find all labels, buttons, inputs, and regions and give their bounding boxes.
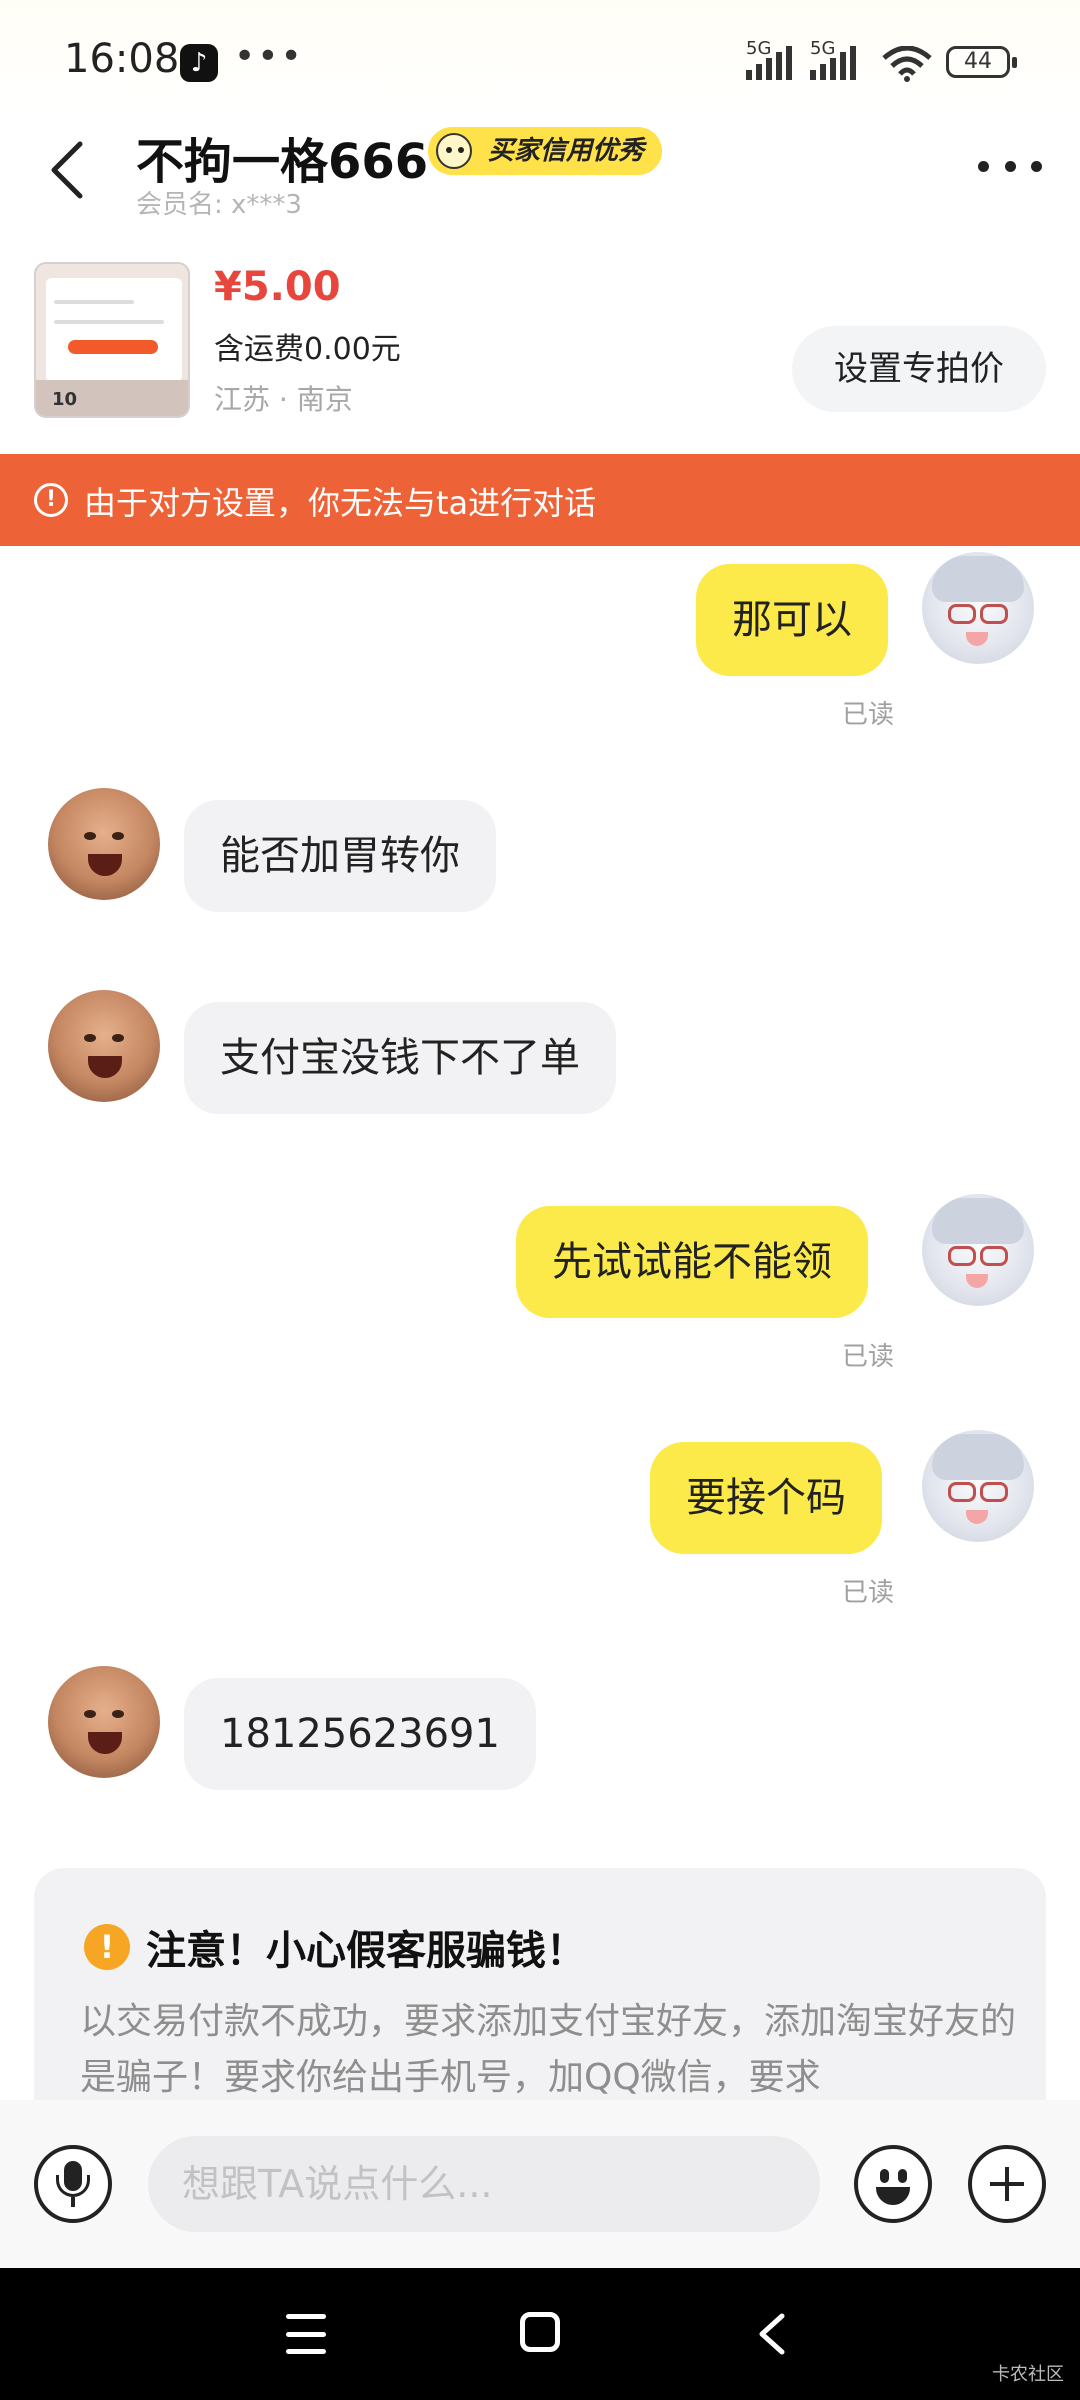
contact-avatar[interactable] xyxy=(48,990,160,1102)
product-thumbnail[interactable]: 10 xyxy=(34,262,190,418)
wifi-icon xyxy=(882,46,932,82)
tiktok-icon: ♪ xyxy=(180,44,218,82)
more-notifications-icon: ••• xyxy=(234,36,304,77)
message-bubble-received[interactable]: 支付宝没钱下不了单 xyxy=(184,1002,616,1114)
set-special-price-button[interactable]: 设置专拍价 xyxy=(792,326,1046,412)
warning-icon: ! xyxy=(84,1924,130,1970)
scam-warning-body: 以交易付款不成功，要求添加支付宝好友，添加淘宝好友的是骗子！要求你给出手机号，加… xyxy=(80,2001,1017,2098)
message-bubble-sent[interactable]: 先试试能不能领 xyxy=(516,1206,868,1318)
message-input[interactable] xyxy=(148,2136,820,2232)
status-time: 16:08 xyxy=(64,36,180,82)
more-options-button[interactable] xyxy=(978,154,1042,178)
message-bubble-received[interactable]: 18125623691 xyxy=(184,1678,536,1790)
product-card[interactable]: 10 ¥5.00 含运费0.00元 江苏 · 南京 设置专拍价 xyxy=(0,254,1080,454)
back-button[interactable] xyxy=(46,138,90,202)
contact-avatar[interactable] xyxy=(48,788,160,900)
credit-badge: 买家信用优秀 xyxy=(428,127,663,175)
message-bubble-sent[interactable]: 要接个码 xyxy=(650,1442,882,1554)
contact-avatar[interactable] xyxy=(48,1666,160,1778)
voice-input-button[interactable] xyxy=(34,2145,112,2223)
recent-apps-button[interactable] xyxy=(286,2314,326,2354)
message-bubble-received[interactable]: 能否加胃转你 xyxy=(184,800,496,912)
blocked-banner: ! 由于对方设置，你无法与ta进行对话 xyxy=(0,454,1080,546)
my-avatar[interactable] xyxy=(922,1194,1034,1306)
read-status: 已读 xyxy=(842,1578,895,1608)
badge-face-icon xyxy=(436,133,472,169)
thumbnail-badge: 10 xyxy=(52,389,78,410)
status-bar: 16:08 ♪ ••• 5G 5G 44 xyxy=(0,0,1080,120)
battery-icon: 44 xyxy=(946,46,1017,78)
chat-header: 不拘一格666 买家信用优秀 会员名: x***3 xyxy=(0,110,1080,220)
blocked-banner-text: 由于对方设置，你无法与ta进行对话 xyxy=(84,484,597,522)
my-avatar[interactable] xyxy=(922,552,1034,664)
message-input-bar xyxy=(0,2100,1080,2268)
cellular-signal-icon: 5G xyxy=(810,38,856,80)
product-price: ¥5.00 xyxy=(214,264,341,310)
info-icon: ! xyxy=(34,483,68,517)
scam-warning-card: ! 注意！小心假客服骗钱！ 以交易付款不成功，要求添加支付宝好友，添加淘宝好友的… xyxy=(34,1868,1046,2100)
home-button[interactable] xyxy=(520,2312,560,2352)
contact-name: 不拘一格666 xyxy=(136,134,429,190)
credit-badge-label: 买家信用优秀 xyxy=(488,136,645,166)
cellular-signal-icon: 5G xyxy=(746,38,792,80)
read-status: 已读 xyxy=(842,1342,895,1372)
watermark: 卡农社区 xyxy=(992,2364,1064,2385)
my-avatar[interactable] xyxy=(922,1430,1034,1542)
member-name: 会员名: x***3 xyxy=(136,190,302,220)
system-back-button[interactable] xyxy=(752,2312,792,2356)
scam-warning-title: 注意！小心假客服骗钱！ xyxy=(146,1928,586,1974)
seller-location: 江苏 · 南京 xyxy=(214,383,353,416)
shipping-fee: 含运费0.00元 xyxy=(214,332,401,367)
add-attachment-button[interactable] xyxy=(968,2145,1046,2223)
message-bubble-sent[interactable]: 那可以 xyxy=(696,564,888,676)
emoji-button[interactable] xyxy=(854,2145,932,2223)
read-status: 已读 xyxy=(842,700,895,730)
system-navigation-bar: 卡农社区 xyxy=(0,2268,1080,2400)
